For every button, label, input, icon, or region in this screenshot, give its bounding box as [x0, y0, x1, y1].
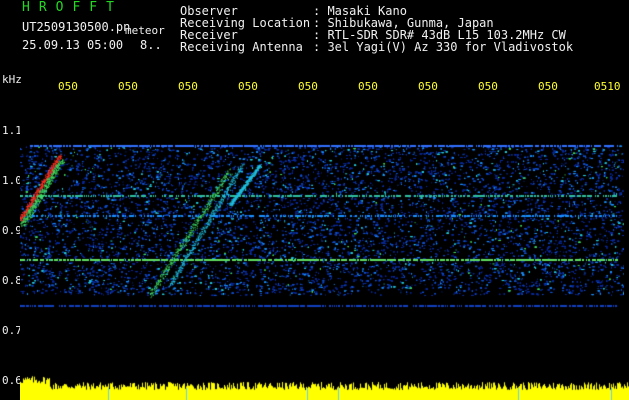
spectrogram [20, 95, 624, 367]
time-tick-label: 050 [298, 80, 318, 93]
y-axis-unit: kHz [2, 73, 22, 86]
time-tick-label: 050 [238, 80, 258, 93]
y-tick-label: 0.6 [2, 374, 22, 387]
signal-strength-strip [20, 368, 629, 400]
time-tick-label: 050 [178, 80, 198, 93]
app-title: HROFFT [22, 0, 123, 15]
y-tick-label: 1.0 [2, 174, 22, 187]
minute-label: 8.. [140, 38, 162, 52]
time-tick-label: 050 [358, 80, 378, 93]
time-tick-label: 050 [478, 80, 498, 93]
time-tick-label: 050 [538, 80, 558, 93]
header: HROFFT UT2509130500.pn meteor 25.09.13 0… [0, 0, 629, 68]
file-name: UT2509130500.pn [22, 20, 131, 34]
time-tick-label: 0510 [594, 80, 621, 93]
antenna-label: Receiving Antenna [180, 40, 303, 54]
y-tick-label: 0.8 [2, 274, 22, 287]
antenna-value: : 3el Yagi(V) Az 330 for Vladivostok [313, 40, 574, 54]
date-time: 25.09.13 05:00 [22, 38, 124, 52]
y-tick-label: 0.9 [2, 224, 22, 237]
time-tick-label: 050 [58, 80, 78, 93]
y-tick-label: 0.7 [2, 324, 22, 337]
time-tick-label: 050 [418, 80, 438, 93]
time-tick-label: 050 [118, 80, 138, 93]
plot-type: meteor [125, 24, 165, 37]
y-tick-label: 1.1 [2, 124, 22, 137]
